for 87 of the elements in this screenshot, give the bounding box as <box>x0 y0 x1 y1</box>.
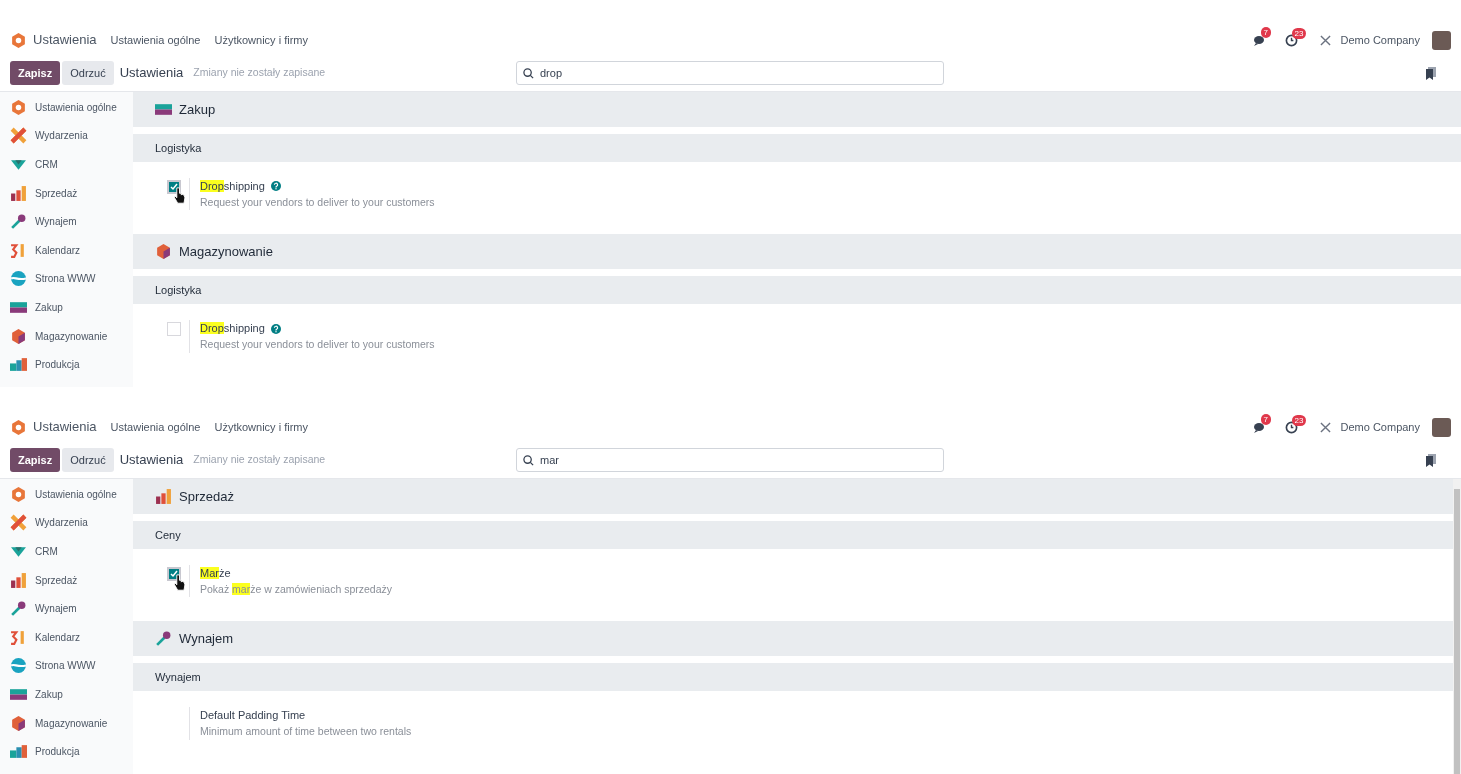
breadcrumb-title: Ustawienia <box>119 451 184 470</box>
cube-icon <box>10 714 27 732</box>
sidebar-item[interactable]: Wydarzenia <box>0 508 133 538</box>
chat-bubbles-icon[interactable] <box>1252 33 1267 47</box>
tools-icon[interactable] <box>1319 421 1331 433</box>
sidebar-item[interactable]: Kalendarz <box>0 622 133 652</box>
group-header: Logistyka <box>133 276 1461 305</box>
company-name[interactable]: Demo Company <box>1340 418 1420 436</box>
cube-icon <box>155 243 172 261</box>
nav-menu-link[interactable]: Użytkownicy i firmy <box>214 31 308 49</box>
hexagon-logo-icon <box>10 418 27 436</box>
hexagon-logo-icon <box>10 31 27 49</box>
sidebar-item[interactable]: CRM <box>0 150 133 179</box>
sidebar-item[interactable]: Strona WWW <box>0 651 133 681</box>
sidebar-item[interactable]: Zakup <box>0 680 133 709</box>
calendar-number-icon <box>10 241 27 259</box>
unsaved-status: Zmiany nie zostały zapisane <box>193 452 326 468</box>
sidebar-item[interactable]: Sprzedaż <box>0 178 133 208</box>
app-title[interactable]: Ustawienia <box>33 417 97 437</box>
hexagon-logo-icon <box>10 98 27 116</box>
section-header: Zakup <box>133 92 1461 127</box>
group-header: Logistyka <box>133 134 1461 162</box>
checkbox[interactable] <box>167 322 181 337</box>
scrollbar[interactable] <box>1453 479 1461 774</box>
cross-icon <box>10 514 27 532</box>
setting-title: Default Padding Time <box>200 708 306 724</box>
section-header: Wynajem <box>133 621 1453 657</box>
globe-icon <box>10 270 27 288</box>
sidebar-item[interactable]: Produkcja <box>0 737 133 766</box>
sidebar-item[interactable]: Kalendarz <box>0 235 133 265</box>
unsaved-status: Zmiany nie zostały zapisane <box>193 65 326 81</box>
group-header: Wynajem <box>133 663 1453 692</box>
breadcrumb-title: Ustawienia <box>119 64 184 83</box>
cross-icon <box>10 127 27 145</box>
app-title[interactable]: Ustawienia <box>33 30 97 50</box>
bar-chart-icon <box>155 488 172 505</box>
avatar-placeholder[interactable] <box>1432 417 1451 437</box>
sidebar-item[interactable]: Wynajem <box>0 207 133 236</box>
activity-count-badge: 23 <box>1291 414 1307 426</box>
checkmark-icon <box>170 570 178 578</box>
tools-icon[interactable] <box>1319 34 1331 46</box>
search-field[interactable]: drop <box>516 61 944 85</box>
bar-chart-icon <box>10 571 27 589</box>
sidebar-item[interactable]: Produkcja <box>0 350 133 379</box>
globe-icon <box>10 657 27 675</box>
cube-icon <box>10 327 27 345</box>
bar-chart-icon <box>10 184 27 202</box>
message-count-badge: 7 <box>1260 414 1271 425</box>
key-icon <box>155 630 172 648</box>
key-icon <box>10 213 27 231</box>
key-icon <box>10 600 27 618</box>
section-header: Sprzedaż <box>133 479 1453 514</box>
search-icon <box>523 454 534 466</box>
company-name[interactable]: Demo Company <box>1340 31 1420 49</box>
discard-button[interactable]: Odrzuć <box>62 448 114 472</box>
bookmark-icon[interactable] <box>1425 453 1437 467</box>
checkmark-icon <box>170 183 178 191</box>
discard-button[interactable]: Odrzuć <box>62 61 114 85</box>
hexagon-logo-icon <box>10 485 27 503</box>
save-button[interactable]: Zapisz <box>10 448 61 472</box>
nav-menu-link[interactable]: Ustawienia ogólne <box>110 418 201 436</box>
message-count-badge: 7 <box>1260 27 1271 38</box>
group-header: Ceny <box>133 521 1453 549</box>
sidebar-item[interactable]: Magazynowanie <box>0 708 133 738</box>
sidebar-item[interactable]: Ustawienia ogólne <box>0 480 133 509</box>
sidebar-item[interactable]: Strona WWW <box>0 264 133 294</box>
search-icon <box>523 67 534 79</box>
section-header: Magazynowanie <box>133 234 1461 270</box>
bookmark-icon[interactable] <box>1425 66 1437 80</box>
sidebar-item[interactable]: CRM <box>0 537 133 566</box>
nav-menu-link[interactable]: Użytkownicy i firmy <box>214 418 308 436</box>
sidebar-item[interactable]: Ustawienia ogólne <box>0 93 133 122</box>
avatar-placeholder[interactable] <box>1432 30 1451 50</box>
sidebar-item[interactable]: Magazynowanie <box>0 321 133 351</box>
search-field[interactable]: mar <box>516 448 944 472</box>
nav-menu-link[interactable]: Ustawienia ogólne <box>110 31 201 49</box>
save-button[interactable]: Zapisz <box>10 61 61 85</box>
factory-icon <box>10 743 27 761</box>
sidebar-item[interactable]: Sprzedaż <box>0 565 133 595</box>
sidebar-item[interactable]: Zakup <box>0 293 133 322</box>
card-icon <box>155 101 172 118</box>
calendar-number-icon <box>10 628 27 646</box>
sidebar-item[interactable]: Wydarzenia <box>0 121 133 151</box>
activity-count-badge: 23 <box>1291 27 1307 39</box>
chat-bubbles-icon[interactable] <box>1252 420 1267 434</box>
factory-icon <box>10 356 27 374</box>
sidebar-item[interactable]: Wynajem <box>0 594 133 623</box>
